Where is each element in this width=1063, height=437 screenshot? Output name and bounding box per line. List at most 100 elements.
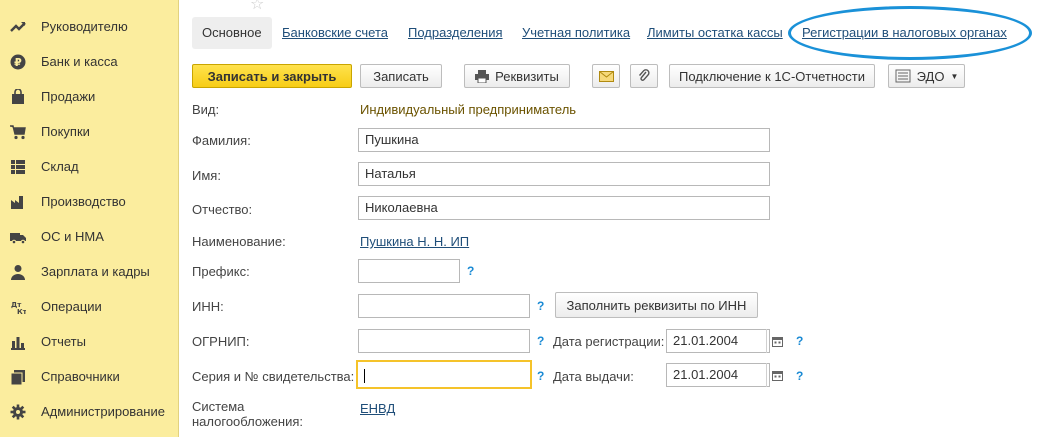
- surname-label: Фамилия:: [192, 133, 251, 148]
- title-label: Наименование:: [192, 234, 286, 249]
- sidebar-item-label: Администрирование: [41, 404, 165, 419]
- svg-text:Кт: Кт: [17, 308, 26, 315]
- factory-icon: [10, 194, 26, 210]
- bag-icon: [10, 89, 26, 105]
- sidebar: Руководителю ₽ Банк и касса Продажи Поку…: [0, 0, 179, 437]
- details-button[interactable]: Реквизиты: [464, 64, 570, 88]
- kind-value: Индивидуальный предприниматель: [360, 102, 577, 117]
- patronymic-field[interactable]: Николаевна: [358, 196, 770, 220]
- prefix-label: Префикс:: [192, 264, 250, 279]
- tax-system-label-line2: налогообложения:: [192, 414, 303, 429]
- name-field[interactable]: Наталья: [358, 162, 770, 186]
- sidebar-item-reports[interactable]: Отчеты: [0, 324, 179, 359]
- gear-icon: [10, 404, 26, 420]
- reg-date-calendar-button[interactable]: [766, 329, 788, 353]
- bar-chart-icon: [10, 334, 26, 350]
- books-icon: [10, 369, 26, 385]
- inn-field[interactable]: [358, 294, 530, 318]
- sidebar-item-label: Руководителю: [41, 19, 128, 34]
- paperclip-icon: [638, 69, 650, 83]
- envelope-icon: [598, 70, 614, 82]
- issue-date-help-icon[interactable]: ?: [796, 369, 803, 383]
- issue-date-label: Дата выдачи:: [553, 369, 634, 384]
- certificate-field[interactable]: [356, 360, 532, 389]
- main-content: ☆ Основное Банковские счета Подразделени…: [180, 0, 1063, 437]
- favorite-star-icon[interactable]: ☆: [250, 0, 264, 14]
- prefix-field[interactable]: [358, 259, 460, 283]
- sidebar-item-fixed-assets[interactable]: ОС и НМА: [0, 219, 179, 254]
- details-label: Реквизиты: [495, 68, 559, 84]
- title-link[interactable]: Пушкина Н. Н. ИП: [360, 234, 469, 249]
- tab-bank-accounts[interactable]: Банковские счета: [282, 17, 388, 49]
- edo-dropdown-button[interactable]: ЭДО ▼: [888, 64, 965, 88]
- reg-date-value: 21.01.2004: [673, 333, 739, 348]
- ogrnip-label: ОГРНИП:: [192, 334, 250, 349]
- email-button[interactable]: [592, 64, 620, 88]
- prefix-help-icon[interactable]: ?: [467, 264, 474, 278]
- connect-1c-reporting-button[interactable]: Подключение к 1С-Отчетности: [669, 64, 875, 88]
- issue-date-value: 21.01.2004: [673, 367, 739, 382]
- sidebar-item-label: Справочники: [41, 369, 120, 384]
- ruble-icon: ₽: [10, 54, 26, 70]
- person-icon: [10, 264, 26, 280]
- sidebar-item-administration[interactable]: Администрирование: [0, 394, 179, 429]
- reg-date-field[interactable]: 21.01.2004: [666, 329, 770, 353]
- surname-field[interactable]: Пушкина: [358, 128, 770, 152]
- tab-cash-limits[interactable]: Лимиты остатка кассы: [647, 17, 783, 49]
- save-button[interactable]: Записать: [360, 64, 442, 88]
- trend-icon: [10, 19, 26, 35]
- sidebar-item-label: Операции: [41, 299, 102, 314]
- sidebar-item-operations[interactable]: Дт Кт Операции: [0, 289, 179, 324]
- chevron-down-icon: ▼: [950, 71, 959, 81]
- issue-date-calendar-button[interactable]: [766, 363, 788, 387]
- inn-label: ИНН:: [192, 299, 224, 314]
- certificate-label: Серия и № свидетельства:: [192, 369, 355, 384]
- ogrnip-help-icon[interactable]: ?: [537, 334, 544, 348]
- sidebar-item-label: Продажи: [41, 89, 96, 104]
- tax-system-label-line1: Система: [192, 399, 245, 414]
- sidebar-item-bank[interactable]: ₽ Банк и касса: [0, 44, 179, 79]
- reg-date-label: Дата регистрации:: [553, 334, 665, 349]
- name-label: Имя:: [192, 168, 221, 183]
- edo-label: ЭДО: [916, 68, 945, 84]
- sidebar-item-label: Склад: [41, 159, 79, 174]
- sidebar-item-label: Банк и касса: [41, 54, 118, 69]
- inn-help-icon[interactable]: ?: [537, 299, 544, 313]
- highlight-oval: [788, 6, 1032, 60]
- issue-date-field[interactable]: 21.01.2004: [666, 363, 770, 387]
- truck-icon: [10, 229, 26, 245]
- sidebar-item-production[interactable]: Производство: [0, 184, 179, 219]
- edo-icon: [895, 69, 911, 83]
- sidebar-item-label: ОС и НМА: [41, 229, 104, 244]
- certificate-help-icon[interactable]: ?: [537, 369, 544, 383]
- svg-text:₽: ₽: [14, 56, 22, 69]
- tab-accounting-policy[interactable]: Учетная политика: [522, 17, 630, 49]
- attach-button[interactable]: [630, 64, 658, 88]
- sidebar-item-label: Отчеты: [41, 334, 86, 349]
- calendar-icon: [772, 370, 783, 381]
- sidebar-item-directories[interactable]: Справочники: [0, 359, 179, 394]
- debit-credit-icon: Дт Кт: [10, 299, 26, 315]
- sidebar-item-rukovoditelyu[interactable]: Руководителю: [0, 9, 179, 44]
- calendar-icon: [772, 336, 783, 347]
- sidebar-item-salary[interactable]: Зарплата и кадры: [0, 254, 179, 289]
- tax-system-link[interactable]: ЕНВД: [360, 401, 395, 416]
- text-cursor: [364, 368, 365, 383]
- cart-icon: [10, 124, 26, 140]
- reg-date-help-icon[interactable]: ?: [796, 334, 803, 348]
- tab-main[interactable]: Основное: [192, 17, 272, 49]
- save-and-close-button[interactable]: Записать и закрыть: [192, 64, 352, 88]
- printer-icon: [475, 69, 490, 83]
- ogrnip-field[interactable]: [358, 329, 530, 353]
- sidebar-item-label: Покупки: [41, 124, 90, 139]
- sidebar-item-label: Зарплата и кадры: [41, 264, 150, 279]
- sidebar-item-label: Производство: [41, 194, 126, 209]
- sidebar-item-purchases[interactable]: Покупки: [0, 114, 179, 149]
- patronymic-label: Отчество:: [192, 202, 253, 217]
- sidebar-item-sales[interactable]: Продажи: [0, 79, 179, 114]
- fill-by-inn-button[interactable]: Заполнить реквизиты по ИНН: [555, 292, 758, 318]
- sidebar-item-warehouse[interactable]: Склад: [0, 149, 179, 184]
- warehouse-icon: [10, 159, 26, 175]
- kind-label: Вид:: [192, 102, 220, 117]
- tab-departments[interactable]: Подразделения: [408, 17, 503, 49]
